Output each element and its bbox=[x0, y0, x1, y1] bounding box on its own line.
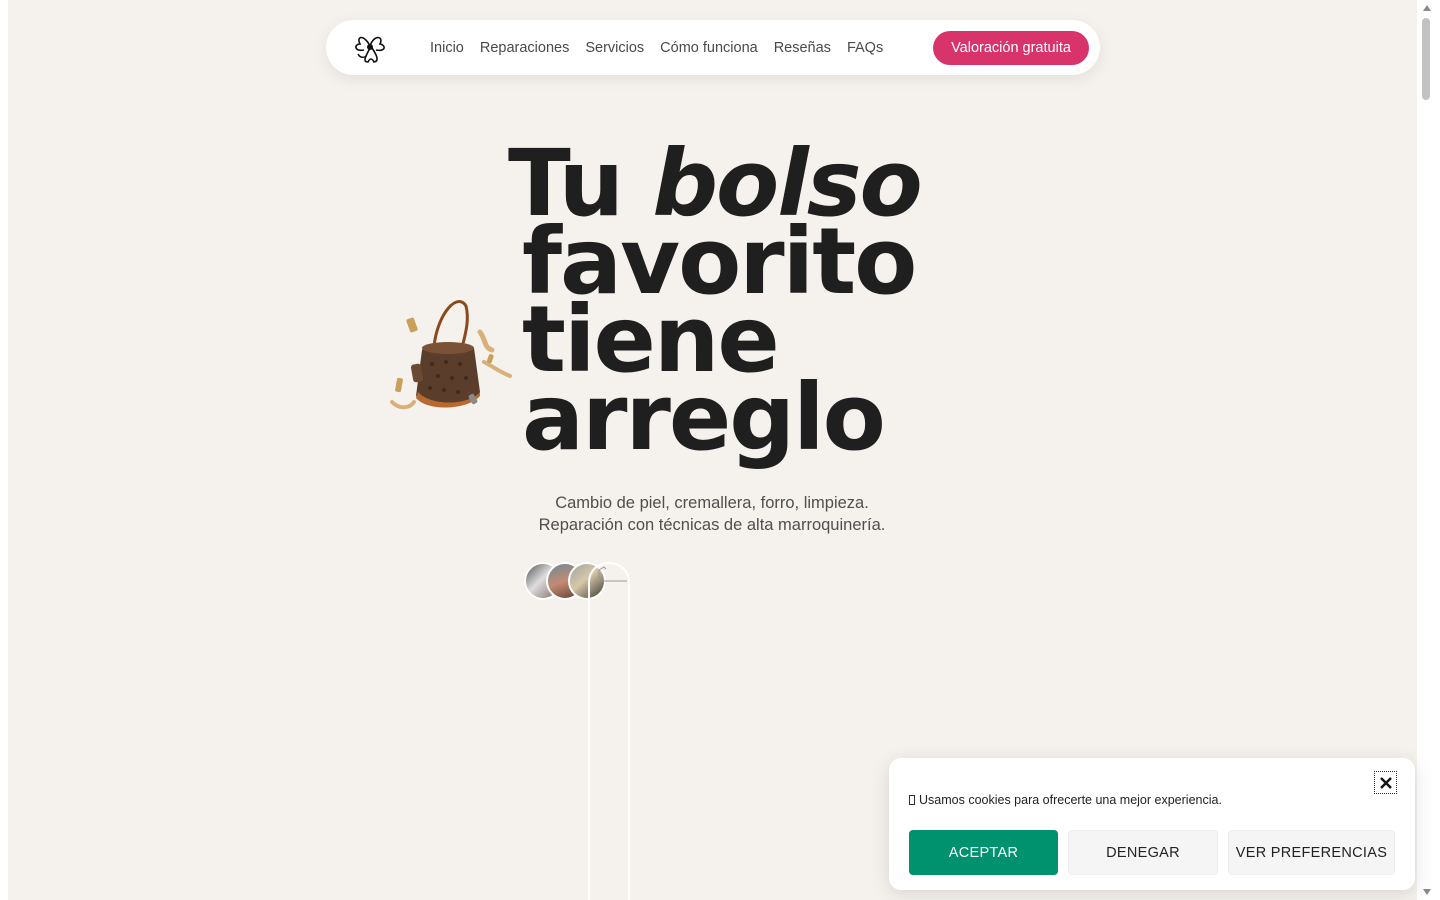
view-preferences-button[interactable]: VER PREFERENCIAS bbox=[1228, 830, 1395, 875]
nav-link-inicio[interactable]: Inicio bbox=[430, 40, 464, 56]
nav-link-como-funciona[interactable]: Cómo funciona bbox=[660, 40, 758, 56]
handbag-illustration bbox=[388, 292, 518, 412]
scroll-up-arrow-icon[interactable] bbox=[1423, 5, 1431, 11]
scroll-down-arrow-icon[interactable] bbox=[1423, 889, 1431, 895]
hero-title-line-4: arreglo bbox=[522, 364, 886, 471]
hero-title: Tu bolso favorito tiene arreglo bbox=[508, 138, 948, 471]
accept-cookies-button[interactable]: ACEPTAR bbox=[909, 830, 1058, 875]
nav-link-reparaciones[interactable]: Reparaciones bbox=[480, 40, 569, 56]
nav-link-resenas[interactable]: Reseñas bbox=[774, 40, 831, 56]
hero-subtitle-line-1: Cambio de piel, cremallera, forro, limpi… bbox=[555, 494, 869, 512]
nav-link-servicios[interactable]: Servicios bbox=[585, 40, 644, 56]
vertical-scrollbar[interactable] bbox=[1417, 0, 1440, 900]
cookie-message: Usamos cookies para ofrecerte una mejor … bbox=[909, 793, 1222, 807]
nav-link-faqs[interactable]: FAQs bbox=[847, 40, 883, 56]
avatar-placeholder-frame bbox=[588, 562, 630, 900]
scroll-thumb[interactable] bbox=[1422, 18, 1430, 100]
orchid-flower-logo-icon[interactable] bbox=[350, 30, 390, 66]
hero-subtitle: Cambio de piel, cremallera, forro, limpi… bbox=[440, 492, 984, 536]
hero-subtitle-line-2: Reparación con técnicas de alta marroqui… bbox=[538, 516, 886, 534]
missing-glyph-icon bbox=[909, 795, 915, 805]
main-navbar: Inicio Reparaciones Servicios Cómo funci… bbox=[326, 20, 1100, 75]
cookie-message-text: Usamos cookies para ofrecerte una mejor … bbox=[919, 793, 1222, 807]
cookie-consent-banner: Usamos cookies para ofrecerte una mejor … bbox=[889, 758, 1415, 890]
nav-links: Inicio Reparaciones Servicios Cómo funci… bbox=[430, 20, 899, 75]
close-icon[interactable] bbox=[1374, 771, 1397, 794]
free-valuation-button[interactable]: Valoración gratuita bbox=[933, 31, 1089, 65]
broken-image-icon bbox=[598, 566, 628, 582]
deny-cookies-button[interactable]: DENEGAR bbox=[1068, 830, 1218, 875]
